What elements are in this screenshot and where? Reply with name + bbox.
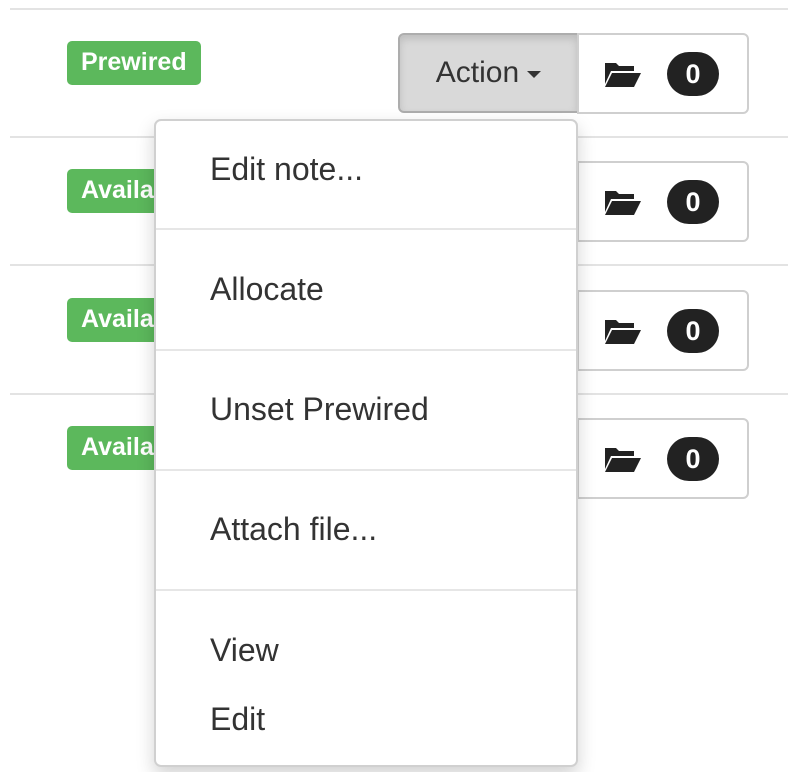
menu-item-allocate[interactable]: Allocate bbox=[210, 271, 324, 308]
files-button[interactable]: 0 bbox=[577, 290, 749, 371]
file-count-badge: 0 bbox=[667, 180, 719, 224]
folder-open-icon bbox=[605, 448, 641, 472]
file-count-badge: 0 bbox=[667, 437, 719, 481]
folder-open-icon bbox=[605, 320, 641, 344]
files-button[interactable]: 0 bbox=[577, 33, 749, 114]
files-button[interactable]: 0 bbox=[577, 418, 749, 499]
caret-down-icon bbox=[527, 70, 542, 78]
menu-item-unset-prewired[interactable]: Unset Prewired bbox=[210, 391, 429, 428]
menu-item-attach-file[interactable]: Attach file... bbox=[210, 511, 377, 548]
row-divider bbox=[10, 8, 788, 10]
menu-divider bbox=[156, 589, 576, 591]
action-dropdown-menu: Edit note... Allocate Unset Prewired Att… bbox=[154, 119, 578, 767]
files-button[interactable]: 0 bbox=[577, 161, 749, 242]
file-count-badge: 0 bbox=[667, 309, 719, 353]
menu-divider bbox=[156, 469, 576, 471]
menu-divider bbox=[156, 228, 576, 230]
folder-open-icon bbox=[605, 191, 641, 215]
status-badge: Available bbox=[67, 298, 162, 342]
status-badge: Prewired bbox=[67, 41, 201, 85]
menu-item-edit-note[interactable]: Edit note... bbox=[210, 151, 363, 188]
file-count-badge: 0 bbox=[667, 52, 719, 96]
menu-divider bbox=[156, 349, 576, 351]
status-badge: Available bbox=[67, 426, 162, 470]
status-badge: Available bbox=[67, 169, 162, 213]
menu-item-view[interactable]: View bbox=[210, 632, 279, 669]
action-button-label: Action bbox=[435, 56, 520, 89]
folder-open-icon bbox=[605, 63, 641, 87]
menu-item-edit[interactable]: Edit bbox=[210, 701, 265, 738]
action-dropdown-button[interactable]: Action bbox=[398, 33, 579, 113]
